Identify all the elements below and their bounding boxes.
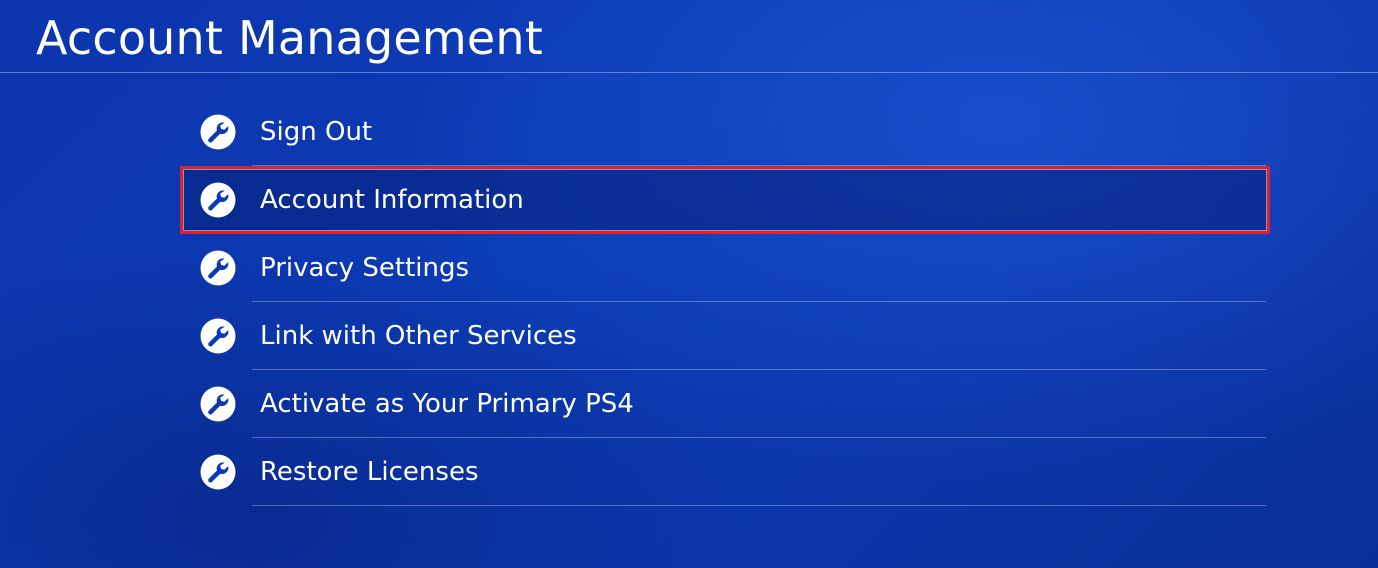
title-divider	[0, 72, 1378, 73]
account-management-screen: Account Management Sign Out Account Info…	[0, 0, 1378, 568]
account-menu: Sign Out Account Information Privacy Set…	[180, 98, 1270, 506]
menu-item-sign-out[interactable]: Sign Out	[180, 98, 1270, 166]
wrench-icon	[200, 318, 236, 354]
wrench-icon	[200, 386, 236, 422]
menu-item-label: Activate as Your Primary PS4	[260, 389, 634, 419]
row-divider	[252, 505, 1266, 506]
menu-item-privacy-settings[interactable]: Privacy Settings	[180, 234, 1270, 302]
menu-item-activate-primary-ps4[interactable]: Activate as Your Primary PS4	[180, 370, 1270, 438]
menu-item-label: Restore Licenses	[260, 457, 479, 487]
menu-item-account-information[interactable]: Account Information	[180, 166, 1270, 234]
menu-item-restore-licenses[interactable]: Restore Licenses	[180, 438, 1270, 506]
menu-item-label: Privacy Settings	[260, 253, 470, 283]
wrench-icon	[200, 114, 236, 150]
wrench-icon	[200, 250, 236, 286]
page-title: Account Management	[36, 11, 543, 65]
menu-item-label: Link with Other Services	[260, 321, 577, 351]
wrench-icon	[200, 454, 236, 490]
menu-item-label: Sign Out	[260, 117, 373, 147]
menu-item-link-with-other-services[interactable]: Link with Other Services	[180, 302, 1270, 370]
menu-item-label: Account Information	[260, 185, 524, 215]
wrench-icon	[200, 182, 236, 218]
